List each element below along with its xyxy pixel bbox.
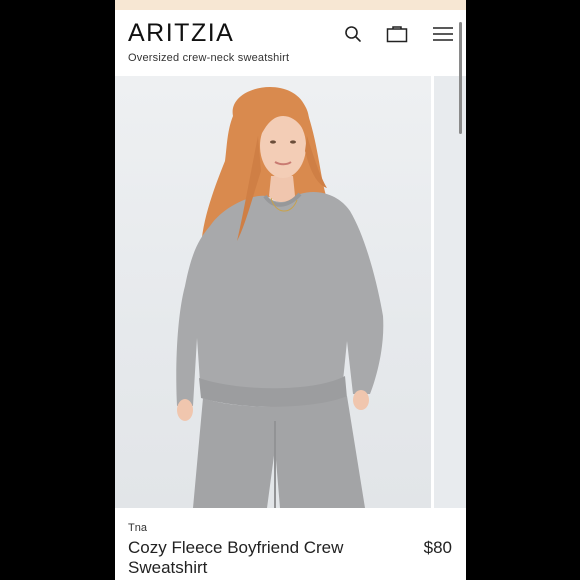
product-brand[interactable]: Tna: [128, 522, 147, 534]
shopping-bag-button[interactable]: [385, 22, 409, 46]
brand-logo[interactable]: ARITZIA: [128, 19, 234, 48]
product-price: $80: [423, 538, 452, 557]
model-wearing-sweatshirt-image: [176, 87, 384, 508]
product-name: Cozy Fleece Boyfriend Crew Sweatshirt: [128, 538, 344, 577]
subtitle-strip: Oversized crew-neck sweatshirt: [115, 52, 466, 74]
scrollbar-thumb[interactable]: [459, 22, 462, 134]
menu-button[interactable]: [431, 22, 455, 46]
site-header: ARITZIA: [115, 10, 466, 58]
product-info: Tna Cozy Fleece Boyfriend Crew Sweatshir…: [115, 508, 466, 580]
menu-icon: [433, 27, 453, 41]
product-subtitle: Oversized crew-neck sweatshirt: [128, 52, 290, 64]
next-product-photo-peek[interactable]: [434, 76, 466, 508]
search-button[interactable]: [341, 22, 365, 46]
shopping-bag-icon: [386, 26, 408, 43]
product-photo[interactable]: [115, 76, 431, 508]
promo-banner[interactable]: [115, 0, 466, 10]
mobile-page: ARITZIA Oversized crew-neck sweatshirt T…: [115, 0, 466, 580]
product-image-gallery[interactable]: [115, 76, 466, 508]
search-icon: [345, 26, 361, 42]
